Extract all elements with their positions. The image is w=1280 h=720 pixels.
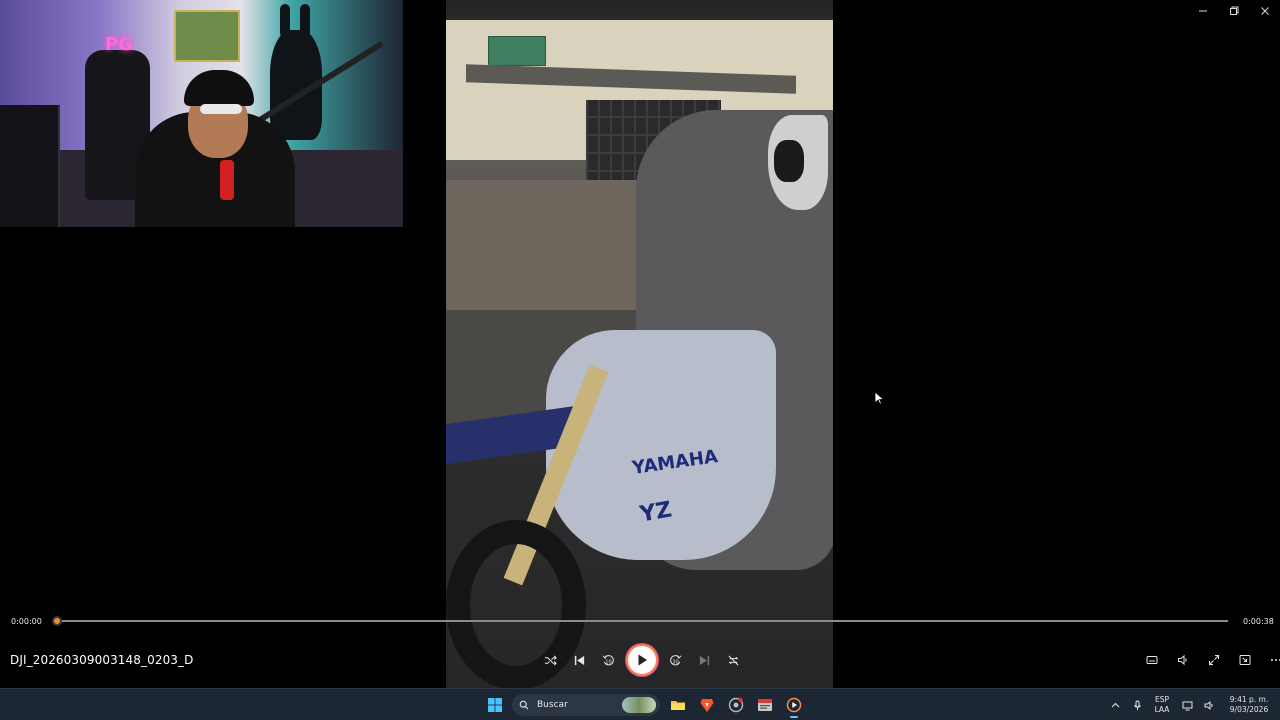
clock-time: 9:41 p. m. <box>1229 694 1269 704</box>
webcam-cap <box>184 70 254 106</box>
video-top-shade <box>446 0 833 20</box>
lang-line1: ESP <box>1154 695 1170 704</box>
forward-30-label: 30 <box>672 659 678 665</box>
video-scene-street-sign <box>488 36 546 66</box>
chrome-icon[interactable] <box>722 691 750 719</box>
miniplayer-icon <box>1239 655 1250 665</box>
subtitles-button[interactable] <box>1136 645 1167 675</box>
webcam-pc-case <box>0 105 60 227</box>
rewind-10-icon: 10 <box>602 654 614 665</box>
chevron-up-icon[interactable] <box>1104 689 1126 720</box>
close-icon[interactable] <box>1249 0 1280 22</box>
file-name: DJI_20260309003148_0203_D <box>10 653 194 667</box>
minimize-icon[interactable] <box>1187 0 1218 22</box>
system-tray: ESP LAA 9:41 p. m. 9/03/2026 <box>1104 689 1280 720</box>
weather-app-icon[interactable] <box>751 691 779 719</box>
webcam-overlay: PG <box>0 0 403 227</box>
microphone-icon[interactable] <box>1126 689 1148 720</box>
window-caption-buttons <box>1187 0 1280 22</box>
playback-controls: 10 30 <box>536 644 748 676</box>
webcam-neon-sign: PG <box>105 34 133 55</box>
taskbar-clock[interactable]: 9:41 p. m. 9/03/2026 <box>1220 695 1278 716</box>
search-label: Buscar <box>537 700 568 710</box>
seek-bar[interactable] <box>57 620 1228 622</box>
video-scene-visor <box>774 140 804 182</box>
current-time: 0:00:00 <box>11 617 42 626</box>
media-player-icon[interactable] <box>780 691 808 719</box>
next-button[interactable] <box>690 645 719 675</box>
play-icon <box>638 654 647 666</box>
taskbar-search-box[interactable]: Buscar <box>512 694 660 716</box>
repeat-off-icon <box>728 654 739 666</box>
speaker-icon[interactable] <box>1198 689 1220 720</box>
forward-30-button[interactable]: 30 <box>661 645 690 675</box>
skip-previous-icon <box>574 655 585 665</box>
lang-line2: LAA <box>1154 705 1170 714</box>
webcam-poster <box>174 10 240 62</box>
repeat-off-button[interactable] <box>719 645 748 675</box>
search-highlight-image <box>622 697 656 713</box>
play-button[interactable] <box>626 644 658 676</box>
shuffle-button[interactable] <box>536 645 565 675</box>
subtitles-icon <box>1146 656 1157 664</box>
video-scene-motorbike <box>546 330 776 560</box>
clock-date: 9/03/2026 <box>1229 705 1269 714</box>
shuffle-icon <box>544 654 557 666</box>
network-icon[interactable] <box>1176 689 1198 720</box>
restore-icon[interactable] <box>1218 0 1249 22</box>
active-app-indicator <box>789 716 798 718</box>
right-controls <box>1136 645 1280 675</box>
webcam-glasses <box>200 104 242 114</box>
taskbar-apps: Buscar <box>480 689 808 720</box>
fullscreen-icon <box>1208 655 1219 665</box>
video-frame[interactable]: YAMAHA YZ <box>446 0 833 690</box>
miniplayer-button[interactable] <box>1229 645 1260 675</box>
previous-button[interactable] <box>565 645 594 675</box>
more-button[interactable] <box>1260 645 1280 675</box>
more-icon <box>1270 659 1280 661</box>
skip-next-icon <box>699 655 710 665</box>
seek-thumb[interactable] <box>52 616 62 626</box>
brave-browser-icon[interactable] <box>693 691 721 719</box>
volume-icon <box>1177 654 1187 666</box>
taskbar: Buscar ESP LAA 9:41 p. m. 9/03/2026 <box>0 688 1280 720</box>
forward-30-icon: 30 <box>670 654 682 665</box>
rewind-10-button[interactable]: 10 <box>594 645 623 675</box>
input-language-indicator[interactable]: ESP LAA <box>1148 695 1176 715</box>
webcam-microphone <box>220 160 234 200</box>
total-time: 0:00:38 <box>1243 617 1274 626</box>
windows-start-icon[interactable] <box>481 691 509 719</box>
search-icon <box>519 700 529 710</box>
mouse-cursor-icon <box>874 391 884 405</box>
rewind-10-label: 10 <box>605 659 611 665</box>
fullscreen-button[interactable] <box>1198 645 1229 675</box>
file-explorer-icon[interactable] <box>664 691 692 719</box>
volume-button[interactable] <box>1167 645 1198 675</box>
